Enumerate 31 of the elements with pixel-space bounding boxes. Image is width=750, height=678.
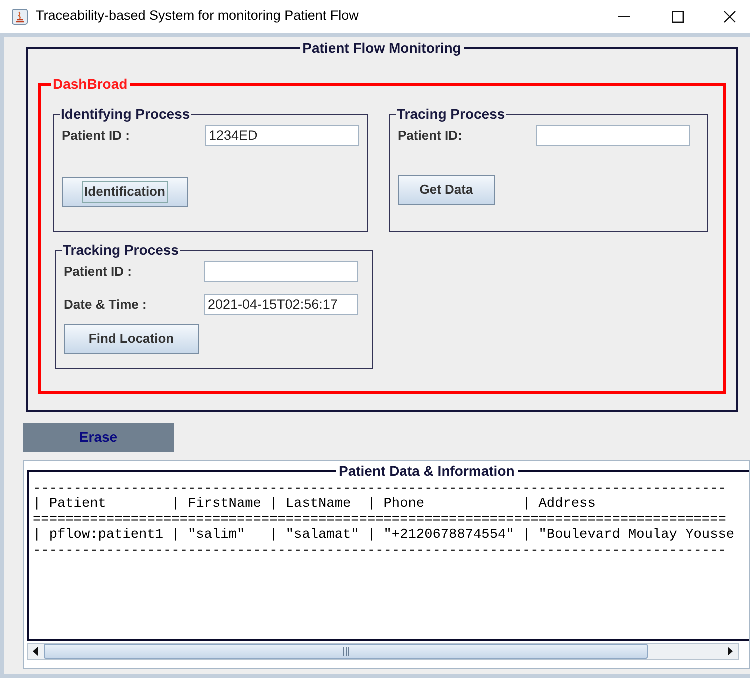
action-button[interactable]: Identification (62, 177, 188, 207)
scroll-thumb[interactable] (44, 644, 648, 659)
horizontal-scrollbar[interactable] (27, 643, 739, 660)
input-field[interactable] (536, 125, 690, 146)
action-button[interactable]: Get Data (398, 175, 495, 205)
group-title: Identifying Process (60, 107, 192, 121)
field-label: Date & Time : (64, 296, 148, 314)
app-icon (12, 8, 28, 24)
window-title: Traceability-based System for monitoring Patient Flow (36, 7, 359, 26)
erase-button[interactable]: Erase (23, 423, 174, 452)
output-title: Patient Data & Information (338, 464, 516, 478)
text-line: ------------------------------------------------------------------------------------- (33, 482, 728, 497)
text-line: ===================================================================================== (33, 513, 728, 528)
input-field[interactable]: 1234ED (205, 125, 359, 146)
field-label: Patient ID : (64, 262, 133, 281)
text-line: | pflow:patient1 | "salim" | "salamat" | "+2120678874554" | "Boulevard Moulay Yousse (33, 528, 736, 544)
field-label: Patient ID : (62, 126, 131, 145)
grip-icon (342, 647, 350, 656)
panel-title: Patient Flow Monitoring (302, 41, 462, 55)
field-label: Patient ID: (398, 126, 464, 145)
text-line: | Patient | FirstName | LastName | Phone | Address (33, 497, 597, 513)
minimize-icon[interactable] (618, 16, 630, 18)
action-button[interactable]: Find Location (64, 324, 199, 354)
input-field[interactable]: 2021-04-15T02:56:17 (204, 294, 358, 315)
close-icon[interactable] (724, 10, 736, 22)
dashboard-title: DashBroad (52, 77, 129, 91)
maximize-icon[interactable] (672, 10, 684, 22)
group-title: Tracking Process (62, 243, 180, 257)
text-line: ------------------------------------------------------------------------------------- (33, 544, 728, 559)
input-field[interactable] (204, 261, 358, 282)
group-title: Tracing Process (396, 107, 506, 121)
